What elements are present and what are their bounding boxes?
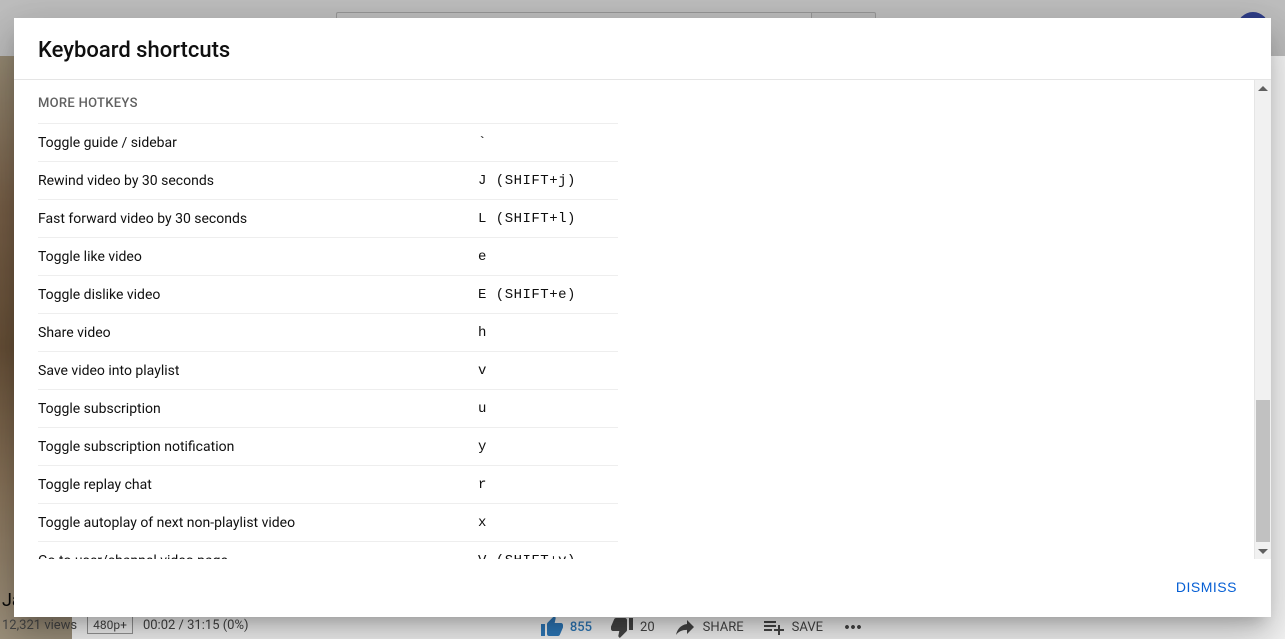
shortcut-label: Toggle subscription notification [38,439,478,455]
scroll-up-button[interactable] [1255,80,1271,97]
chevron-up-icon [1258,84,1268,94]
dialog-content: MORE HOTKEYS Toggle guide / sidebar`Rewi… [14,80,1254,559]
shortcut-row: Rewind video by 30 secondsJ (SHIFT+j) [38,161,618,199]
shortcut-key: u [478,401,487,417]
keyboard-shortcuts-dialog: Keyboard shortcuts MORE HOTKEYS Toggle g… [14,18,1271,617]
shortcut-key: J (SHIFT+j) [478,173,576,189]
shortcut-row: Toggle replay chatr [38,465,618,503]
shortcut-row: Toggle dislike videoE (SHIFT+e) [38,275,618,313]
shortcut-key: v [478,363,487,379]
shortcut-key: V (SHIFT+v) [478,553,576,560]
shortcut-label: Go to user/channel video page [38,553,478,560]
dismiss-button[interactable]: DISMISS [1166,571,1247,603]
shortcut-key: y [478,439,487,455]
shortcut-key: h [478,325,487,341]
shortcut-key: ` [478,135,487,151]
dialog-scroll-area: MORE HOTKEYS Toggle guide / sidebar`Rewi… [14,80,1271,559]
shortcut-label: Toggle like video [38,249,478,265]
shortcut-label: Toggle guide / sidebar [38,135,478,151]
shortcut-row: Go to user/channel video pageV (SHIFT+v) [38,541,618,559]
section-header: MORE HOTKEYS [38,80,1230,123]
shortcut-label: Rewind video by 30 seconds [38,173,478,189]
shortcut-label: Toggle autoplay of next non-playlist vid… [38,515,478,531]
shortcut-row: Fast forward video by 30 secondsL (SHIFT… [38,199,618,237]
chevron-down-icon [1258,546,1268,556]
shortcut-label: Toggle subscription [38,401,478,417]
shortcut-label: Fast forward video by 30 seconds [38,211,478,227]
shortcut-label: Toggle replay chat [38,477,478,493]
shortcut-table: Toggle guide / sidebar`Rewind video by 3… [38,123,618,559]
dialog-header: Keyboard shortcuts [14,18,1271,80]
shortcut-row: Toggle autoplay of next non-playlist vid… [38,503,618,541]
shortcut-key: e [478,249,487,265]
scroll-down-button[interactable] [1255,542,1271,559]
shortcut-key: r [478,477,487,493]
shortcut-key: L (SHIFT+l) [478,211,576,227]
dialog-overlay[interactable]: Keyboard shortcuts MORE HOTKEYS Toggle g… [0,0,1285,639]
dialog-actions: DISMISS [14,559,1271,617]
shortcut-row: Toggle guide / sidebar` [38,123,618,161]
shortcut-row: Toggle like videoe [38,237,618,275]
dialog-title: Keyboard shortcuts [38,38,1247,63]
shortcut-key: E (SHIFT+e) [478,287,576,303]
shortcut-row: Toggle subscriptionu [38,389,618,427]
shortcut-row: Save video into playlistv [38,351,618,389]
shortcut-label: Share video [38,325,478,341]
shortcut-key: x [478,515,487,531]
shortcut-row: Toggle subscription notificationy [38,427,618,465]
shortcut-row: Share videoh [38,313,618,351]
scrollbar[interactable] [1254,80,1271,559]
scrollbar-thumb[interactable] [1256,400,1270,559]
shortcut-label: Save video into playlist [38,363,478,379]
shortcut-label: Toggle dislike video [38,287,478,303]
